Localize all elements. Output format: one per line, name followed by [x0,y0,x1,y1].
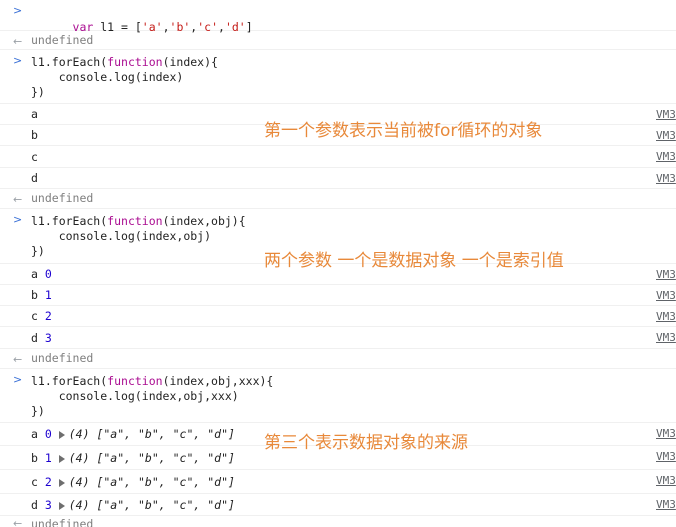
prompt-chevron-icon: > [13,54,23,67]
console-input-row[interactable]: > l1.forEach(function(index){ console.lo… [0,50,676,104]
command-line: l1.forEach(function(index,obj,xxx){ [31,374,274,388]
command-line: console.log(index,obj) [31,229,212,243]
prompt-chevron-icon: > [13,213,23,226]
annotation-two-params: 两个参数 一个是数据对象 一个是索引值 [264,251,564,271]
source-link[interactable]: VM3 [656,129,676,142]
return-value: undefined [31,191,94,205]
prompt-chevron-icon: > [13,4,23,17]
log-row: c 2 (4) ["a", "b", "c", "d"] VM3 [0,470,676,494]
command-line: var l1 = ['a','b','c','d'] [72,20,253,34]
expand-triangle-icon[interactable] [58,430,65,439]
log-value: c 2 [31,309,52,323]
console-return-row: ← undefined [0,516,676,527]
log-row: c 2 VM3 [0,306,676,327]
annotation-first-param: 第一个参数表示当前被for循环的对象 [264,121,543,141]
log-row: b 1 VM3 [0,285,676,306]
log-value: d 3 (4) ["a", "b", "c", "d"] [31,498,235,512]
console-return-row: ← undefined [0,31,676,50]
source-link[interactable]: VM3 [656,498,676,511]
source-link[interactable]: VM3 [656,474,676,487]
return-value: undefined [31,517,94,527]
command-line: console.log(index,obj,xxx) [31,389,239,403]
log-value: d 3 [31,331,52,345]
console-return-row: ← undefined [0,189,676,209]
prompt-chevron-icon: > [13,373,23,386]
log-value: a 0 (4) ["a", "b", "c", "d"] [31,427,235,441]
source-link[interactable]: VM3 [656,289,676,302]
log-value: c 2 (4) ["a", "b", "c", "d"] [31,475,235,489]
return-arrow-icon: ← [13,517,23,527]
log-value: b 1 [31,288,52,302]
devtools-console: > var l1 = ['a','b','c','d'] ← undefined… [0,0,676,527]
command-line: l1.forEach(function(index,obj){ [31,214,246,228]
source-link[interactable]: VM3 [656,331,676,344]
return-arrow-icon: ← [13,35,23,48]
console-input-row[interactable]: > l1.forEach(function(index,obj,xxx){ co… [0,369,676,423]
command-line: }) [31,404,45,418]
source-link[interactable]: VM3 [656,172,676,185]
source-link[interactable]: VM3 [656,427,676,440]
log-value: a 0 [31,267,52,281]
log-row: c VM3 [0,146,676,168]
return-value: undefined [31,351,94,365]
log-value: a [31,107,38,121]
log-value: c [31,150,38,164]
command-line: console.log(index) [31,70,184,84]
log-row: d 3 VM3 [0,327,676,349]
log-value: b 1 (4) ["a", "b", "c", "d"] [31,451,235,465]
console-return-row: ← undefined [0,349,676,369]
source-link[interactable]: VM3 [656,268,676,281]
expand-triangle-icon[interactable] [58,454,65,463]
annotation-third-param: 第三个表示数据对象的来源 [264,433,468,453]
source-link[interactable]: VM3 [656,450,676,463]
log-row: d VM3 [0,168,676,189]
console-input-row[interactable]: > var l1 = ['a','b','c','d'] [0,0,676,34]
command-line: }) [31,244,45,258]
command-line: l1.forEach(function(index){ [31,55,218,69]
source-link[interactable]: VM3 [656,108,676,121]
log-row: d 3 (4) ["a", "b", "c", "d"] VM3 [0,494,676,516]
command-line: }) [31,85,45,99]
log-value: d [31,171,38,185]
source-link[interactable]: VM3 [656,310,676,323]
expand-triangle-icon[interactable] [58,478,65,487]
return-arrow-icon: ← [13,193,23,206]
return-value: undefined [31,33,94,47]
expand-triangle-icon[interactable] [58,501,65,510]
source-link[interactable]: VM3 [656,150,676,163]
return-arrow-icon: ← [13,353,23,366]
log-value: b [31,128,38,142]
